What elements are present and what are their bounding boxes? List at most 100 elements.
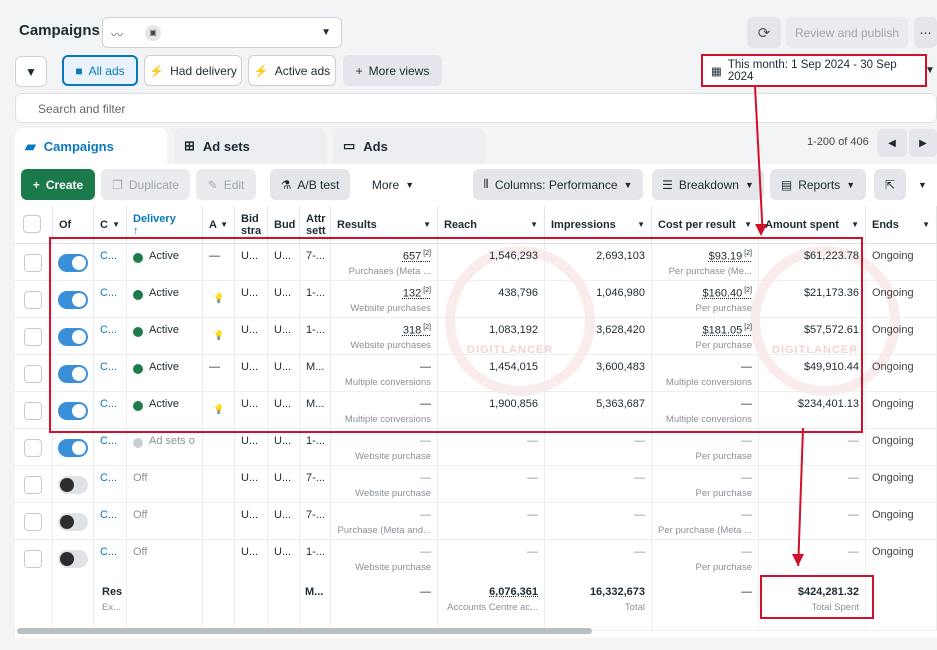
row-6-a-cell	[203, 466, 235, 503]
more-options-button[interactable]: ⋯	[914, 17, 937, 48]
reports-button[interactable]: ▤ Reports ▼	[770, 169, 866, 200]
campaign-toggle[interactable]	[58, 439, 88, 457]
campaign-name-link[interactable]: C...	[100, 509, 117, 521]
breakdown-button[interactable]: ☰ Breakdown ▼	[652, 169, 764, 200]
row-checkbox[interactable]	[24, 254, 42, 272]
col-off[interactable]: Of	[53, 206, 94, 244]
columns-button[interactable]: ⦀ Columns: Performance ▼	[473, 169, 643, 200]
row-7-spent-cell: —	[759, 503, 866, 540]
had-delivery-button[interactable]: ⚡ Had delivery	[144, 55, 242, 86]
next-page-button[interactable]: ▶	[909, 129, 937, 157]
attr-value: 1-...	[306, 546, 325, 558]
row-7-attr-cell: 7-...	[300, 503, 331, 540]
row-checkbox[interactable]	[24, 439, 42, 457]
col-impressions[interactable]: Impressions ▼	[545, 206, 652, 244]
campaign-toggle[interactable]	[58, 550, 88, 568]
col-a[interactable]: A ▼	[203, 206, 235, 244]
reach-value: —	[527, 546, 538, 558]
col-reach[interactable]: Reach ▼	[438, 206, 545, 244]
campaign-name-link[interactable]: C...	[100, 250, 117, 262]
sort-chevron-icon: ▼	[922, 220, 930, 229]
col-a-label: A	[209, 218, 217, 231]
row-checkbox[interactable]	[24, 402, 42, 420]
sort-chevron-icon: ▼	[851, 220, 859, 229]
info-marker-icon: [2]	[421, 324, 431, 331]
row-checkbox[interactable]	[24, 365, 42, 383]
create-button[interactable]: + Create	[21, 169, 95, 200]
col-attribution[interactable]: Attr sett	[300, 206, 331, 244]
campaign-name-link[interactable]: C...	[100, 472, 117, 484]
campaign-name-link[interactable]: C...	[100, 546, 117, 558]
duplicate-button[interactable]: ❐ Duplicate	[101, 169, 190, 200]
col-ends[interactable]: Ends ▼	[866, 206, 937, 244]
campaign-name-link[interactable]: C...	[100, 435, 117, 447]
reach-value: —	[527, 509, 538, 521]
row-0-bid-cell: U...	[235, 244, 268, 281]
search-filter-input[interactable]: Search and filter	[15, 93, 937, 123]
totals-results-cell: —	[331, 576, 438, 631]
export-button[interactable]: ⇱	[874, 169, 906, 200]
row-checkbox[interactable]	[24, 513, 42, 531]
horizontal-scrollbar[interactable]	[17, 628, 592, 634]
row-3-name-cell: C...	[94, 355, 127, 392]
export-dropdown-button[interactable]: ▼	[908, 169, 937, 200]
row-checkbox[interactable]	[24, 550, 42, 568]
account-selector[interactable]: 〰 ▣ ▼	[102, 17, 342, 48]
campaign-toggle[interactable]	[58, 513, 88, 531]
row-1-bid-cell: U...	[235, 281, 268, 318]
col-budget[interactable]: Bud	[268, 206, 300, 244]
campaign-name-link[interactable]: C...	[100, 287, 117, 299]
refresh-button[interactable]: ⟳	[747, 17, 781, 48]
date-chevron-icon[interactable]: ▼	[925, 65, 935, 76]
campaign-toggle[interactable]	[58, 291, 88, 309]
row-1-cpr-cell: $160.40 [2] Per purchase	[652, 281, 759, 318]
campaign-toggle[interactable]	[58, 476, 88, 494]
row-checkbox[interactable]	[24, 476, 42, 494]
active-ads-button[interactable]: ⚡ Active ads	[248, 55, 336, 86]
campaign-toggle[interactable]	[58, 402, 88, 420]
edit-button[interactable]: ✎ Edit	[196, 169, 256, 200]
tab-campaigns[interactable]: ▰ Campaigns	[15, 128, 167, 164]
col-bid-strategy[interactable]: Bid stra	[235, 206, 268, 244]
results-subtitle: Purchases (Meta ...	[348, 266, 431, 277]
row-1-name-cell: C...	[94, 281, 127, 318]
ab-test-button[interactable]: ⚗ A/B test	[270, 169, 350, 200]
row-checkbox[interactable]	[24, 328, 42, 346]
date-range-picker[interactable]: ▦ This month: 1 Sep 2024 - 30 Sep 2024	[701, 54, 927, 87]
delivery-status: Off	[133, 509, 148, 521]
review-publish-button[interactable]: Review and publish	[786, 17, 908, 48]
campaign-name-link[interactable]: C...	[100, 361, 117, 373]
cpr-subtitle: Multiple conversions	[665, 414, 752, 425]
cpr-value: $93.19 [2]	[708, 250, 752, 263]
col-delivery[interactable]: Delivery ↑	[127, 206, 203, 244]
tab-ad-sets[interactable]: ⊞ Ad sets	[174, 128, 326, 164]
row-checkbox[interactable]	[24, 291, 42, 309]
chevron-down-icon: ▼	[623, 179, 633, 190]
col-results[interactable]: Results ▼	[331, 206, 438, 244]
cpr-value: —	[741, 435, 752, 447]
more-actions-button[interactable]: More ▼	[358, 169, 428, 200]
row-5-name-cell: C...	[94, 429, 127, 466]
prev-page-button[interactable]: ◀	[877, 129, 907, 157]
tab-ads[interactable]: ▭ Ads	[333, 128, 485, 164]
campaign-toggle[interactable]	[58, 254, 88, 272]
filter-button[interactable]: ▼	[15, 56, 47, 87]
col-name[interactable]: C ▼	[94, 206, 127, 244]
row-7-cb-cell	[15, 503, 53, 540]
select-all-checkbox[interactable]	[23, 215, 41, 233]
col-amount-spent[interactable]: Amount spent ▼	[759, 206, 866, 244]
bid-value: U...	[241, 398, 259, 410]
campaign-toggle[interactable]	[58, 365, 88, 383]
all-ads-button[interactable]: ■ All ads	[62, 55, 138, 86]
col-cost-per-result[interactable]: Cost per result ▼	[652, 206, 759, 244]
campaign-toggle[interactable]	[58, 328, 88, 346]
more-views-button[interactable]: + More views	[343, 55, 442, 86]
row-4-tog-cell	[53, 392, 94, 429]
totals-reach-cell: 6,076,361 Accounts Centre ac...	[438, 576, 545, 631]
row-0-attr-cell: 7-...	[300, 244, 331, 281]
account-avatar-icon: ▣	[145, 25, 161, 41]
campaign-name-link[interactable]: C...	[100, 324, 117, 336]
totals-cpr-cell: —	[652, 576, 759, 631]
campaign-name-link[interactable]: C...	[100, 398, 117, 410]
results-subtitle: Website purchase	[355, 451, 431, 462]
